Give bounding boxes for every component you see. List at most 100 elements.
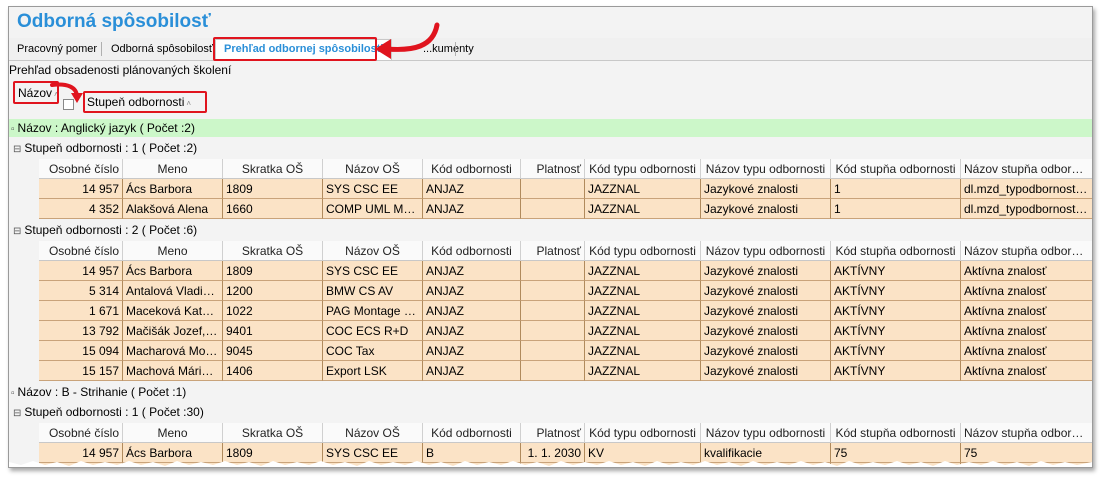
col-nazov-os-cell: COMP UML MFB... [323,199,423,219]
col-kod-odbornosti-cell: ANJAZ [423,301,521,321]
group-row-stupen[interactable]: ⊟ Stupeň odbornosti : 2 ( Počet :6) [9,221,1092,239]
col-kod-stupna-header[interactable]: Kód stupňa odbornosti [831,241,961,261]
col-platnost-cell [521,281,585,301]
col-nazov-typu-cell: Jazykové znalosti [701,261,831,281]
col-nazov-typu-header[interactable]: Názov typu odbornosti [701,159,831,179]
col-meno-cell: Ács Barbora [123,261,223,281]
col-osobne-cislo-header[interactable]: Osobné číslo [39,159,123,179]
col-kod-stupna-cell: AKTÍVNY [831,261,961,281]
col-nazov-typu-header[interactable]: Názov typu odbornosti [701,241,831,261]
col-osobne-cislo-cell: 14 957 [39,179,123,199]
col-nazov-typu-cell: Jazykové znalosti [701,281,831,301]
tab-pracovny-pomer[interactable]: Pracovný pomer [17,42,97,60]
callout-arrow-icon [375,22,440,59]
col-osobne-cislo-header[interactable]: Osobné číslo [39,423,123,443]
section-subtitle: Prehľad obsadenosti plánovaných školení [9,63,232,77]
col-kod-typu-cell: JAZZNAL [585,301,701,321]
col-skratka-os-header[interactable]: Skratka OŠ [223,423,323,443]
col-nazov-os-cell: SYS CSC EE [323,179,423,199]
col-nazov-stupna-cell: Aktívna znalosť [961,321,1092,341]
col-platnost-cell [521,361,585,381]
col-kod-odbornosti-cell: ANJAZ [423,321,521,341]
group-row-label: Stupeň odbornosti : 1 ( Počet :30) [24,405,204,419]
col-skratka-os-cell: 9401 [223,321,323,341]
callout-arrow-icon [50,82,83,103]
col-kod-odbornosti-cell: ANJAZ [423,281,521,301]
col-nazov-stupna-cell: dl.mzd_typodbornosti -... [961,179,1092,199]
group-row-stupen[interactable]: ⊟ Stupeň odbornosti : 1 ( Počet :30) [9,403,1092,421]
group-row-nazov[interactable]: ▫ Názov : B - Strihanie ( Počet :1) [9,383,1092,401]
col-nazov-os-cell: COC ECS R+D [323,321,423,341]
group-row-nazov[interactable]: ▫ Názov : Anglický jazyk ( Počet :2) [9,119,1092,137]
col-skratka-os-header[interactable]: Skratka OŠ [223,159,323,179]
col-kod-stupna-cell: 1 [831,199,961,219]
collapse-icon[interactable]: ⊟ [13,405,21,423]
col-nazov-typu-cell: Jazykové znalosti [701,341,831,361]
col-nazov-typu-header[interactable]: Názov typu odbornosti [701,423,831,443]
col-nazov-stupna-header[interactable]: Názov stupňa odbornosti [961,241,1092,261]
col-kod-stupna-cell: AKTÍVNY [831,321,961,341]
col-kod-typu-header[interactable]: Kód typu odbornosti [585,241,701,261]
col-osobne-cislo-header[interactable]: Osobné číslo [39,241,123,261]
col-kod-odbornosti-header[interactable]: Kód odbornosti [423,241,521,261]
col-nazov-stupna-cell: Aktívna znalosť [961,361,1092,381]
col-kod-typu-header[interactable]: Kód typu odbornosti [585,423,701,443]
col-platnost-cell [521,179,585,199]
torn-edge [9,461,1092,467]
highlight-box [213,37,377,61]
col-meno-cell: Alakšová Alena [123,199,223,219]
group-row-label: Stupeň odbornosti : 1 ( Počet :2) [24,141,198,155]
col-nazov-typu-cell: Jazykové znalosti [701,301,831,321]
col-kod-odbornosti-cell: ANJAZ [423,179,521,199]
col-nazov-stupna-cell: Aktívna znalosť [961,281,1092,301]
col-kod-odbornosti-cell: ANJAZ [423,199,521,219]
group-row-stupen[interactable]: ⊟ Stupeň odbornosti : 1 ( Počet :2) [9,139,1092,157]
expand-icon[interactable]: ▫ [11,121,15,139]
col-osobne-cislo-cell: 14 957 [39,261,123,281]
col-platnost-header[interactable]: Platnosť [521,159,585,179]
collapse-icon[interactable]: ⊟ [13,141,21,159]
col-nazov-os-header[interactable]: Názov OŠ [323,159,423,179]
tab-separator [455,42,456,56]
col-platnost-header[interactable]: Platnosť [521,423,585,443]
col-kod-typu-cell: JAZZNAL [585,361,701,381]
col-skratka-os-cell: 1809 [223,179,323,199]
group-row-label: Stupeň odbornosti : 2 ( Počet :6) [24,223,198,237]
col-nazov-os-header[interactable]: Názov OŠ [323,241,423,261]
col-skratka-os-cell: 9045 [223,341,323,361]
col-meno-header[interactable]: Meno [123,241,223,261]
col-kod-odbornosti-header[interactable]: Kód odbornosti [423,423,521,443]
page-title: Odborná spôsobilosť [17,11,211,32]
col-kod-stupna-header[interactable]: Kód stupňa odbornosti [831,423,961,443]
col-kod-stupna-cell: 1 [831,179,961,199]
col-nazov-stupna-header[interactable]: Názov stupňa odbornosti [961,159,1092,179]
tab-separator [101,42,102,56]
col-skratka-os-cell: 1200 [223,281,323,301]
col-osobne-cislo-cell: 5 314 [39,281,123,301]
col-skratka-os-cell: 1809 [223,261,323,281]
col-platnost-header[interactable]: Platnosť [521,241,585,261]
col-kod-typu-cell: JAZZNAL [585,199,701,219]
col-platnost-cell [521,261,585,281]
col-meno-header[interactable]: Meno [123,159,223,179]
col-skratka-os-cell: 1406 [223,361,323,381]
col-meno-cell: Mačišák Jozef, In... [123,321,223,341]
col-osobne-cislo-cell: 1 671 [39,301,123,321]
collapse-icon[interactable]: ⊟ [13,223,21,241]
col-kod-odbornosti-cell: ANJAZ [423,341,521,361]
col-nazov-stupna-header[interactable]: Názov stupňa odbornosti [961,423,1092,443]
col-kod-stupna-header[interactable]: Kód stupňa odbornosti [831,159,961,179]
col-skratka-os-cell: 1022 [223,301,323,321]
col-nazov-os-header[interactable]: Názov OŠ [323,423,423,443]
col-skratka-os-header[interactable]: Skratka OŠ [223,241,323,261]
col-kod-odbornosti-header[interactable]: Kód odbornosti [423,159,521,179]
expand-icon[interactable]: ▫ [11,385,15,403]
tab-odborna-sposobilost[interactable]: Odborná spôsobilosť [111,42,213,60]
col-meno-header[interactable]: Meno [123,423,223,443]
col-meno-cell: Macharová Moni... [123,341,223,361]
group-row-label: Názov : Anglický jazyk ( Počet :2) [17,121,195,135]
col-kod-stupna-cell: AKTÍVNY [831,301,961,321]
app-window: Odborná spôsobilosť Pracovný pomer Odbor… [8,6,1093,468]
col-nazov-typu-cell: Jazykové znalosti [701,321,831,341]
col-kod-typu-header[interactable]: Kód typu odbornosti [585,159,701,179]
